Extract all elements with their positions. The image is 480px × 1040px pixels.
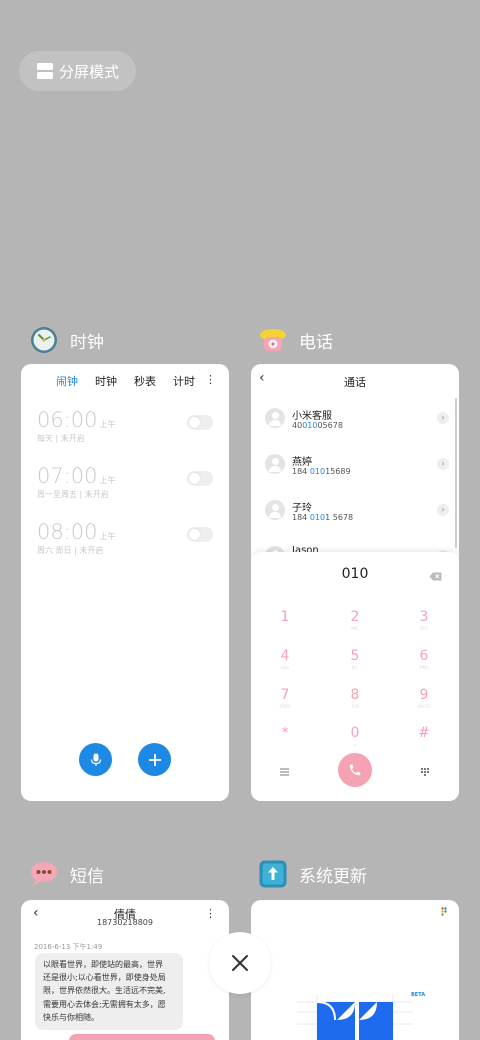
dial-key[interactable]: 7 PQRS bbox=[270, 687, 300, 709]
voice-alarm-button[interactable] bbox=[79, 743, 112, 776]
message-timestamp: 2016-6-13 下午1:49 bbox=[34, 943, 103, 951]
outgoing-message-bubble[interactable] bbox=[69, 1034, 215, 1040]
alarm-ampm: 上午 bbox=[99, 476, 116, 485]
message-line: 需要用心去体会;无需拥有太多，愿 bbox=[43, 999, 166, 1009]
alarm-repeat: 周一至周五 | 未开启 bbox=[37, 490, 109, 499]
message-line: 快乐与你相随。 bbox=[43, 1012, 99, 1022]
dial-key[interactable]: 3 DEF bbox=[409, 609, 439, 631]
miui-logo-graphic bbox=[297, 994, 413, 1040]
updater-app-title: 系统更新 bbox=[299, 866, 367, 887]
dial-key[interactable]: 0 + bbox=[340, 725, 370, 747]
dial-key[interactable]: 4 GHI bbox=[270, 648, 300, 670]
dial-key[interactable]: 9 WXYZ bbox=[409, 687, 439, 709]
conversation-contact-number: 18730218809 bbox=[97, 918, 153, 927]
contact-number: 184 01015689 bbox=[292, 467, 351, 476]
dialed-number: 010 bbox=[341, 566, 369, 582]
message-line: 限，世界依然很大。生活远不完美, bbox=[43, 986, 166, 996]
message-line: 以眼看世界，即使站的最高，世界 bbox=[43, 960, 163, 969]
phone-app-card[interactable]: ‹ 通话 小米客服 4001005678 › 燕婷 184 01015689 ›… bbox=[251, 364, 459, 801]
chevron-right-icon[interactable]: › bbox=[437, 412, 449, 424]
alarm-repeat: 每天 | 未开启 bbox=[37, 434, 85, 443]
chevron-right-icon[interactable]: › bbox=[437, 458, 449, 470]
contact-name: 燕婷 bbox=[292, 457, 312, 468]
clock-app-header[interactable]: 时钟 bbox=[30, 326, 104, 354]
phone-handset-icon bbox=[349, 764, 361, 776]
alarm-item[interactable]: 06:00 上午 每天 | 未开启 bbox=[37, 408, 213, 448]
contact-name: 子玲 bbox=[292, 503, 312, 514]
tab-stopwatch[interactable]: 秒表 bbox=[134, 373, 156, 389]
contacts-scrollbar[interactable] bbox=[455, 398, 457, 548]
messages-app-icon bbox=[30, 860, 58, 888]
phone-title: 通话 bbox=[344, 376, 366, 389]
tab-alarm[interactable]: 闹钟 bbox=[56, 373, 78, 389]
alarm-ampm: 上午 bbox=[99, 420, 116, 429]
message-line: 还是很小;以心看世界，即使身处局 bbox=[43, 973, 166, 983]
microphone-icon bbox=[90, 753, 101, 766]
alarm-toggle[interactable] bbox=[187, 471, 213, 486]
avatar bbox=[265, 500, 285, 520]
call-button[interactable] bbox=[338, 753, 372, 787]
split-screen-label: 分屏模式 bbox=[59, 62, 120, 81]
alarm-toggle[interactable] bbox=[187, 527, 213, 542]
more-icon[interactable]: ⋮ bbox=[205, 373, 216, 386]
dialpad: 010 1 2 ABC 3 DEF 4 GHI 5 JKL 6 MNO 7 PQRS 8 TU… bbox=[251, 552, 459, 801]
alarm-item[interactable]: 08:00 上午 周六 周日 | 未开启 bbox=[37, 520, 213, 560]
avatar bbox=[265, 408, 285, 428]
clock-tabs: 闹钟 时钟 秒表 计时 ⋮ bbox=[21, 373, 229, 391]
phone-app-icon bbox=[259, 326, 287, 354]
messages-app-header[interactable]: 短信 bbox=[30, 860, 104, 888]
split-screen-icon bbox=[37, 63, 53, 79]
dial-key[interactable]: * bbox=[270, 725, 300, 742]
dial-key[interactable]: # bbox=[409, 725, 439, 742]
messages-app-card[interactable]: ‹ 倩倩 18730218809 ⋮ 2016-6-13 下午1:49 以眼看世… bbox=[21, 900, 229, 1040]
more-colorful-icon[interactable] bbox=[441, 907, 447, 916]
dial-key[interactable]: 2 ABC bbox=[340, 609, 370, 631]
alarm-item[interactable]: 07:00 上午 周一至周五 | 未开启 bbox=[37, 464, 213, 504]
tab-clock[interactable]: 时钟 bbox=[95, 373, 117, 389]
clock-app-title: 时钟 bbox=[70, 332, 104, 353]
contact-number: 4001005678 bbox=[292, 421, 343, 430]
system-update-app-icon bbox=[259, 860, 287, 888]
contact-row[interactable]: 子玲 184 0101 5678 › bbox=[263, 496, 449, 530]
alarm-toggle[interactable] bbox=[187, 415, 213, 430]
dial-key[interactable]: 8 TUV bbox=[340, 687, 370, 709]
updater-app-header[interactable]: 系统更新 bbox=[259, 860, 367, 888]
phone-app-header[interactable]: 电话 bbox=[259, 326, 333, 354]
add-alarm-button[interactable] bbox=[138, 743, 171, 776]
messages-app-title: 短信 bbox=[70, 866, 104, 887]
chevron-right-icon[interactable]: › bbox=[437, 504, 449, 516]
updater-app-card[interactable]: BETA bbox=[251, 900, 459, 1040]
avatar bbox=[265, 454, 285, 474]
tab-timer[interactable]: 计时 bbox=[173, 373, 195, 389]
alarm-time: 08:00 bbox=[37, 520, 98, 544]
alarm-ampm: 上午 bbox=[99, 532, 116, 541]
contact-name: 小米客服 bbox=[292, 411, 332, 422]
alarm-repeat: 周六 周日 | 未开启 bbox=[37, 546, 104, 555]
alarm-time: 06:00 bbox=[37, 408, 98, 432]
contact-row[interactable]: 燕婷 184 01015689 › bbox=[263, 450, 449, 484]
clock-app-card[interactable]: 闹钟 时钟 秒表 计时 ⋮ 06:00 上午 每天 | 未开启 07:00 上午 周… bbox=[21, 364, 229, 801]
dial-key[interactable]: 5 JKL bbox=[340, 648, 370, 670]
contact-row[interactable]: 小米客服 4001005678 › bbox=[263, 404, 449, 438]
dial-key[interactable]: 1 bbox=[270, 609, 300, 626]
message-bubble[interactable]: 以眼看世界，即使站的最高，世界 还是很小;以心看世界，即使身处局 限，世界依然很… bbox=[35, 953, 183, 1030]
dial-key[interactable]: 6 MNO bbox=[409, 648, 439, 670]
alarm-time: 07:00 bbox=[37, 464, 98, 488]
clock-app-icon bbox=[30, 326, 58, 354]
keypad-toggle-icon[interactable] bbox=[421, 768, 429, 776]
split-screen-button[interactable]: 分屏模式 bbox=[19, 51, 136, 91]
menu-icon[interactable] bbox=[280, 768, 289, 776]
close-icon bbox=[232, 955, 248, 971]
plus-icon bbox=[148, 753, 161, 766]
more-icon[interactable]: ⋮ bbox=[205, 907, 216, 920]
close-all-button[interactable] bbox=[209, 932, 271, 994]
backspace-icon[interactable] bbox=[429, 572, 442, 581]
phone-app-title: 电话 bbox=[299, 332, 333, 353]
contact-number: 184 0101 5678 bbox=[292, 513, 354, 522]
